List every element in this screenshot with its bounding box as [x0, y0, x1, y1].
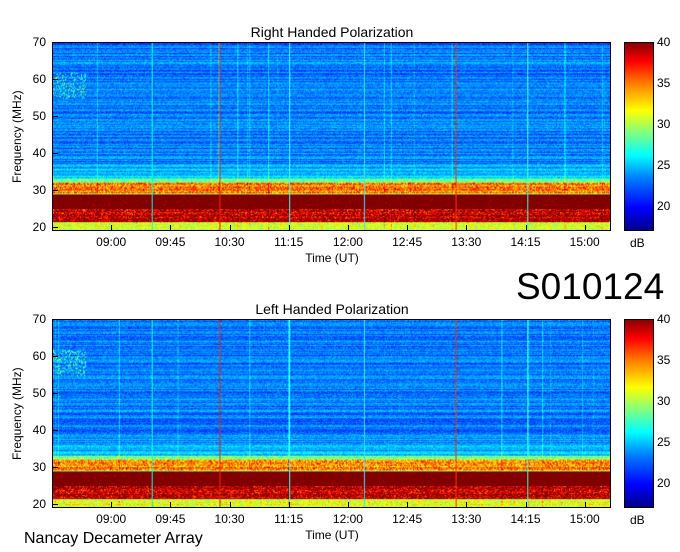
- top-y-axis-label: Frequency (MHz): [10, 90, 24, 183]
- x-tick-mark: [466, 502, 468, 508]
- bottom-x-axis-label: Time (UT): [305, 528, 359, 542]
- bottom-spectrogram-heatmap: [53, 320, 610, 507]
- y-tick-mark: [52, 79, 58, 81]
- top-spectrogram-heatmap: [53, 43, 610, 230]
- x-tick-mark: [111, 502, 113, 508]
- x-tick-label: 15:00: [569, 235, 600, 249]
- x-tick-label: 14:15: [510, 512, 541, 526]
- y-tick-label: 70: [32, 312, 46, 326]
- x-tick-mark: [584, 225, 586, 231]
- x-tick-mark: [229, 225, 231, 231]
- x-tick-mark: [525, 502, 527, 508]
- bottom-colorbar-unit: dB: [630, 513, 645, 527]
- top-panel-title: Right Handed Polarization: [250, 24, 414, 40]
- y-tick-label: 30: [32, 183, 46, 198]
- x-tick-label: 11:15: [274, 512, 304, 526]
- colorbar-tick-label: 35: [657, 353, 671, 368]
- y-tick-label: 50: [32, 386, 46, 401]
- observatory-name: Nancay Decameter Array: [24, 530, 203, 547]
- y-tick-mark: [52, 227, 58, 229]
- x-tick-label: 12:45: [392, 512, 423, 526]
- x-tick-label: 14:15: [510, 235, 541, 249]
- y-tick-label: 30: [32, 460, 46, 475]
- y-tick-label: 20: [32, 497, 46, 512]
- x-tick-label: 10:30: [214, 235, 245, 249]
- x-tick-mark: [407, 502, 409, 508]
- x-tick-mark: [407, 225, 409, 231]
- y-tick-label: 40: [32, 146, 46, 161]
- station-code: S010124: [516, 266, 665, 307]
- colorbar-tick-label: 40: [657, 312, 671, 326]
- y-tick-mark: [52, 467, 58, 469]
- y-tick-mark: [52, 42, 58, 43]
- x-tick-label: 12:00: [332, 235, 363, 249]
- x-tick-label: 09:45: [155, 235, 186, 249]
- x-tick-mark: [584, 502, 586, 508]
- top-colorbar-unit: dB: [630, 236, 645, 250]
- x-tick-label: 12:00: [332, 512, 363, 526]
- x-tick-mark: [347, 502, 349, 508]
- bottom-panel-title: Left Handed Polarization: [255, 301, 409, 317]
- bottom-y-axis-label: Frequency (MHz): [10, 367, 24, 460]
- y-tick-mark: [52, 430, 58, 432]
- x-tick-label: 11:15: [274, 235, 304, 249]
- colorbar-tick-label: 30: [657, 117, 671, 132]
- x-tick-label: 15:00: [569, 512, 600, 526]
- bottom-spectrogram: [52, 319, 611, 508]
- y-tick-label: 20: [32, 220, 46, 235]
- colorbar-tick-label: 35: [657, 76, 671, 91]
- y-tick-label: 70: [32, 35, 46, 49]
- y-tick-mark: [52, 153, 58, 155]
- x-tick-label: 09:00: [96, 235, 127, 249]
- y-tick-mark: [52, 319, 58, 320]
- x-tick-label: 10:30: [214, 512, 245, 526]
- x-tick-mark: [288, 502, 290, 508]
- x-tick-label: 12:45: [392, 235, 423, 249]
- y-tick-label: 60: [32, 349, 46, 364]
- y-tick-mark: [52, 504, 58, 506]
- top-x-axis-label: Time (UT): [305, 251, 359, 265]
- colorbar-tick-label: 20: [657, 476, 671, 491]
- y-tick-mark: [52, 356, 58, 358]
- colorbar-tick-label: 25: [657, 158, 671, 173]
- top-colorbar: [624, 42, 654, 231]
- x-tick-mark: [170, 502, 172, 508]
- colorbar-tick-label: 30: [657, 394, 671, 409]
- x-tick-mark: [347, 225, 349, 231]
- x-tick-label: 13:30: [451, 235, 482, 249]
- y-tick-label: 40: [32, 423, 46, 438]
- y-tick-label: 60: [32, 72, 46, 87]
- x-tick-label: 13:30: [451, 512, 482, 526]
- x-tick-mark: [170, 225, 172, 231]
- y-tick-mark: [52, 190, 58, 192]
- y-tick-mark: [52, 393, 58, 395]
- x-tick-mark: [288, 225, 290, 231]
- y-tick-mark: [52, 116, 58, 118]
- colorbar-tick-label: 25: [657, 435, 671, 450]
- colorbar-tick-label: 20: [657, 199, 671, 214]
- x-tick-mark: [525, 225, 527, 231]
- x-tick-label: 09:00: [96, 512, 127, 526]
- bottom-colorbar: [624, 319, 654, 508]
- x-tick-mark: [466, 225, 468, 231]
- x-tick-label: 09:45: [155, 512, 186, 526]
- x-tick-mark: [229, 502, 231, 508]
- y-tick-label: 50: [32, 109, 46, 124]
- top-spectrogram: [52, 42, 611, 231]
- colorbar-tick-label: 40: [657, 35, 671, 49]
- x-tick-mark: [111, 225, 113, 231]
